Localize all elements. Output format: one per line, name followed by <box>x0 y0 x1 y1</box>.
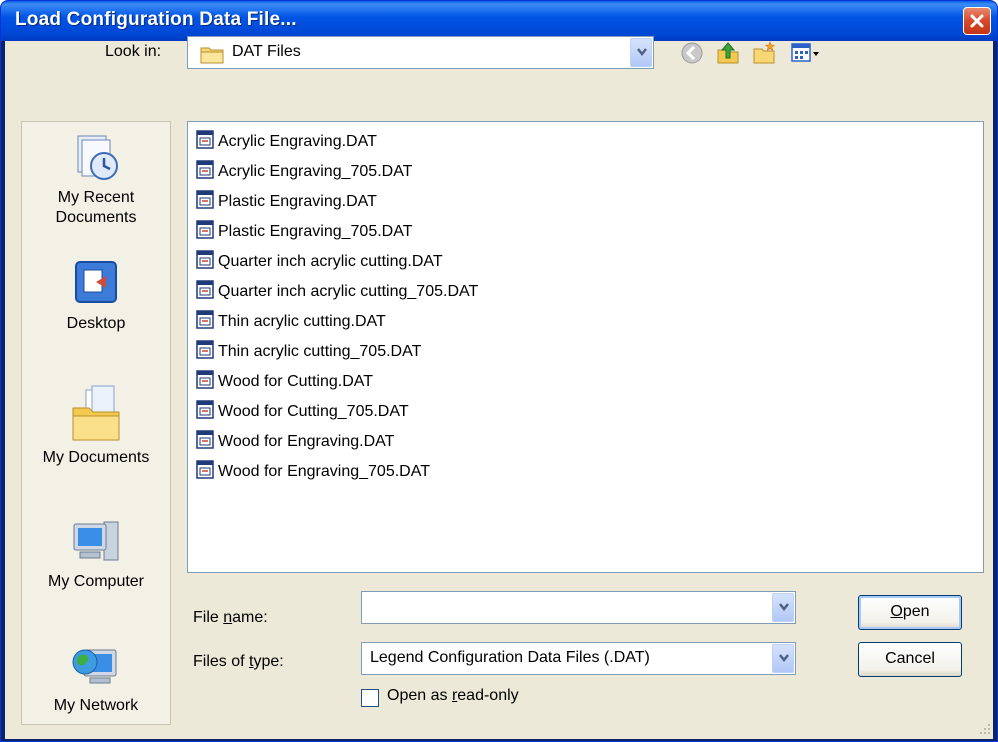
desktop-icon <box>75 261 117 303</box>
file-name-text: Acrylic Engraving.DAT <box>218 133 377 150</box>
file-name-text: Wood for Engraving.DAT <box>218 433 395 450</box>
file-name-text: Wood for Cutting_705.DAT <box>218 403 409 420</box>
files-of-type-value: Legend Configuration Data Files (.DAT) <box>370 649 650 666</box>
file-list-item[interactable]: Thin acrylic cutting.DAT <box>196 310 386 336</box>
title-bar[interactable]: Load Configuration Data File... <box>1 1 997 41</box>
back-icon <box>681 42 703 64</box>
chevron-down-icon <box>637 48 647 57</box>
chevron-down-icon <box>779 654 789 663</box>
open-button[interactable]: Open <box>858 595 962 630</box>
file-name-combo[interactable] <box>361 591 796 624</box>
my-network-icon <box>72 649 117 684</box>
views-menu-button[interactable] <box>787 38 823 66</box>
cancel-button[interactable]: Cancel <box>858 642 962 677</box>
file-name-text: Wood for Engraving_705.DAT <box>218 463 430 480</box>
files-of-type-dropdown-button[interactable] <box>772 644 794 673</box>
places-bar: My Recent Documents Desktop My Documents <box>21 121 171 725</box>
place-desktop[interactable]: Desktop <box>22 258 170 334</box>
resize-grip-icon[interactable] <box>977 721 991 735</box>
up-folder-icon <box>717 42 739 64</box>
recent-documents-icon <box>77 135 118 180</box>
dat-file-icon <box>196 220 214 240</box>
place-label: My Network <box>53 697 139 714</box>
file-name-dropdown-button[interactable] <box>772 593 794 622</box>
my-computer-icon <box>73 521 119 561</box>
file-name-text: Thin acrylic cutting_705.DAT <box>218 343 422 360</box>
folder-icon <box>200 47 224 64</box>
place-my-network[interactable]: My Network <box>22 640 170 716</box>
dat-file-icon <box>196 250 214 270</box>
file-list-item[interactable]: Wood for Cutting.DAT <box>196 370 373 396</box>
file-list-item[interactable]: Plastic Engraving_705.DAT <box>196 220 412 246</box>
dat-file-icon <box>196 340 214 360</box>
file-list-item[interactable]: Quarter inch acrylic cutting.DAT <box>196 250 443 276</box>
look-in-combo[interactable]: DAT Files <box>187 36 654 69</box>
file-list[interactable]: Acrylic Engraving.DAT Acrylic Engraving_7… <box>187 121 984 573</box>
new-folder-icon <box>753 41 775 64</box>
file-list-item[interactable]: Wood for Cutting_705.DAT <box>196 400 409 426</box>
close-icon <box>970 14 984 28</box>
dat-file-icon <box>196 310 214 330</box>
window-title: Load Configuration Data File... <box>15 9 297 30</box>
files-of-type-combo[interactable]: Legend Configuration Data Files (.DAT) <box>361 642 796 675</box>
file-list-item[interactable]: Plastic Engraving.DAT <box>196 190 377 216</box>
look-in-dropdown-button[interactable] <box>630 38 652 67</box>
up-folder-button[interactable] <box>713 38 743 66</box>
dat-file-icon <box>196 190 214 210</box>
close-button[interactable] <box>963 7 991 35</box>
place-label: Desktop <box>66 315 126 332</box>
views-menu-icon <box>791 43 819 62</box>
file-list-item[interactable]: Wood for Engraving_705.DAT <box>196 460 430 486</box>
file-list-item[interactable]: Wood for Engraving.DAT <box>196 430 394 456</box>
dat-file-icon <box>196 160 214 180</box>
dat-file-icon <box>196 130 214 150</box>
file-name-text: Acrylic Engraving_705.DAT <box>218 163 413 180</box>
back-button[interactable] <box>677 38 707 66</box>
file-name-label: File name: <box>193 609 268 626</box>
place-my-documents[interactable]: My Documents <box>22 384 170 468</box>
file-name-input[interactable] <box>366 595 770 619</box>
file-list-item[interactable]: Thin acrylic cutting_705.DAT <box>196 340 421 366</box>
dat-file-icon <box>196 370 214 390</box>
dat-file-icon <box>196 400 214 420</box>
place-my-recent-documents[interactable]: My Recent Documents <box>22 132 170 228</box>
files-of-type-label: Files of type: <box>193 653 284 670</box>
file-list-item[interactable]: Acrylic Engraving_705.DAT <box>196 160 412 186</box>
look-in-value: DAT Files <box>232 43 301 60</box>
read-only-label[interactable]: Open as read-only <box>387 687 519 705</box>
file-name-text: Thin acrylic cutting.DAT <box>218 313 386 330</box>
place-label: My Documents <box>42 449 150 466</box>
file-list-item[interactable]: Quarter inch acrylic cutting_705.DAT <box>196 280 478 306</box>
dialog-window: Load Configuration Data File... Look in:… <box>0 0 998 742</box>
dat-file-icon <box>196 280 214 300</box>
file-name-text: Quarter inch acrylic cutting_705.DAT <box>218 283 479 300</box>
new-folder-button[interactable] <box>749 38 779 66</box>
chevron-down-icon <box>779 603 789 612</box>
file-list-item[interactable]: Acrylic Engraving.DAT <box>196 130 377 156</box>
file-name-text: Quarter inch acrylic cutting.DAT <box>218 253 443 270</box>
my-documents-icon <box>72 385 120 441</box>
file-name-text: Plastic Engraving.DAT <box>218 193 377 210</box>
dat-file-icon <box>196 430 214 450</box>
place-label: My Recent Documents <box>55 189 137 226</box>
dat-file-icon <box>196 460 214 480</box>
look-in-label: Look in: <box>105 43 162 60</box>
place-my-computer[interactable]: My Computer <box>22 516 170 592</box>
file-name-text: Wood for Cutting.DAT <box>218 373 374 390</box>
read-only-checkbox[interactable] <box>361 689 379 707</box>
file-name-text: Plastic Engraving_705.DAT <box>218 223 413 240</box>
place-label: My Computer <box>47 573 145 590</box>
